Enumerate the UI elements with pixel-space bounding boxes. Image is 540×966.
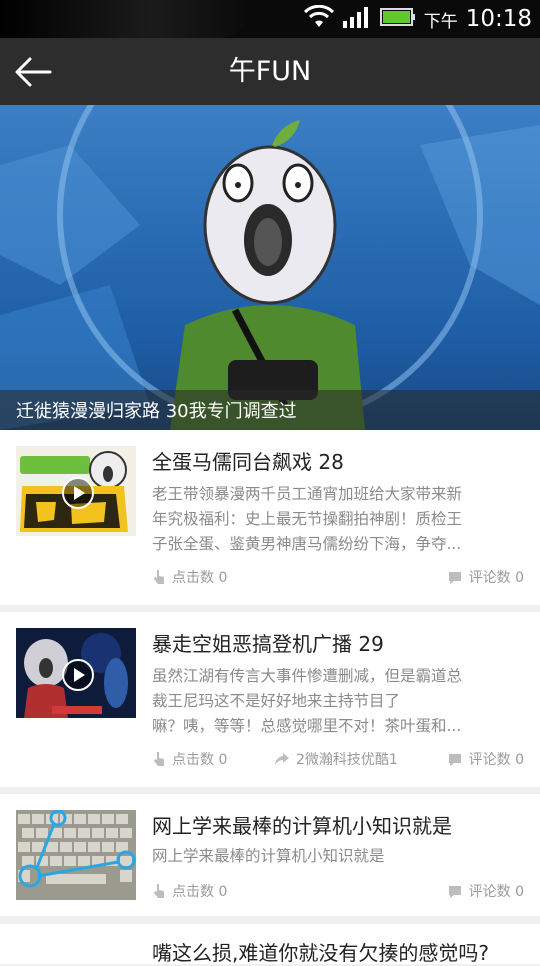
click-count-label: 点击数 0	[172, 570, 228, 586]
pointer-icon	[154, 570, 164, 584]
item-title: 全蛋马儒同台飙戏 28	[152, 450, 344, 474]
item-description: 网上学来最棒的计算机小知识就是	[152, 844, 516, 869]
item-description: 虽然江湖有传言大事件惨遭删减，但是霸道总 裁王尼玛这不是好好地来主持节目了 嘛？…	[152, 664, 516, 739]
share-icon	[275, 753, 289, 765]
hero-banner[interactable]: 迁徙猿漫漫归家路 30我专门调查过	[0, 105, 540, 430]
item-meta: 点击数 0 2微瀚科技优酷1 评论数 0	[152, 749, 524, 769]
signal-icon	[342, 5, 372, 33]
comment-icon	[448, 571, 461, 584]
comment-count-label: 评论数 0	[468, 570, 524, 586]
hero-caption: 迁徙猿漫漫归家路 30我专门调查过	[16, 401, 297, 422]
page-title: 午FUN	[228, 56, 312, 87]
play-icon	[62, 477, 94, 509]
click-count-label: 点击数 0	[172, 752, 228, 768]
item-description-line: 虽然江湖有传言大事件惨遭删减，但是霸道总	[152, 667, 463, 685]
item-thumbnail	[16, 446, 136, 536]
click-count: 点击数 0	[152, 749, 227, 769]
app-header: 午FUN	[0, 38, 540, 105]
pointer-icon	[154, 752, 164, 766]
item-description-line: 裁王尼玛这不是好好地来主持节目了	[152, 692, 401, 710]
click-count-label: 点击数 0	[172, 884, 228, 900]
comment-icon	[448, 753, 461, 766]
item-thumbnail	[16, 810, 136, 900]
click-count: 点击数 0	[152, 881, 227, 901]
share-source[interactable]: 2微瀚科技优酷1	[274, 749, 398, 769]
item-meta: 点击数 0 评论数 0	[152, 567, 524, 587]
status-time: 10:18	[465, 6, 532, 32]
play-icon	[62, 659, 94, 691]
item-title: 暴走空姐恶搞登机广播 29	[152, 632, 384, 656]
item-description-line: 子张全蛋、鉴黄男神唐马儒纷纷下海，争夺...	[152, 535, 462, 553]
comment-count: 评论数 0	[447, 881, 524, 901]
list-item[interactable]: 网上学来最棒的计算机小知识就是 网上学来最棒的计算机小知识就是 点击数 0 评论…	[0, 794, 540, 916]
pointer-icon	[154, 884, 164, 898]
item-description-line: 网上学来最棒的计算机小知识就是	[152, 847, 385, 865]
status-ampm: 下午	[423, 11, 458, 32]
battery-icon	[379, 6, 416, 32]
status-bar: 下午 10:18	[0, 0, 540, 38]
share-source-label: 2微瀚科技优酷1	[296, 752, 398, 768]
item-title: 嘴这么损,难道你就没有欠揍的感觉吗?	[152, 941, 489, 965]
comment-count: 评论数 0	[447, 567, 524, 587]
item-description-line: 年究极福利：史上最无节操翻拍神剧！质检王	[152, 510, 463, 528]
click-count: 点击数 0	[152, 567, 227, 587]
item-meta: 点击数 0 评论数 0	[152, 881, 524, 901]
comment-count-label: 评论数 0	[468, 752, 524, 768]
item-thumbnail	[16, 628, 136, 718]
comment-count-label: 评论数 0	[468, 884, 524, 900]
comment-count: 评论数 0	[447, 749, 524, 769]
list-item[interactable]: 嘴这么损,难道你就没有欠揍的感觉吗?	[0, 924, 540, 965]
item-title: 网上学来最棒的计算机小知识就是	[152, 814, 452, 838]
list-item[interactable]: 全蛋马儒同台飙戏 28 老王带领暴漫两千员工通宵加班给大家带来新 年究极福利：史…	[0, 430, 540, 605]
item-description: 老王带领暴漫两千员工通宵加班给大家带来新 年究极福利：史上最无节操翻拍神剧！质检…	[152, 482, 516, 557]
list-item[interactable]: 暴走空姐恶搞登机广播 29 虽然江湖有传言大事件惨遭删减，但是霸道总 裁王尼玛这…	[0, 612, 540, 787]
item-description-line: 嘛？咦，等等！总感觉哪里不对！茶叶蛋和...	[152, 717, 462, 735]
notification-area	[0, 0, 250, 38]
item-description-line: 老王带领暴漫两千员工通宵加班给大家带来新	[152, 485, 463, 503]
comment-icon	[448, 885, 461, 898]
wifi-icon	[303, 4, 334, 33]
hero-image	[0, 105, 540, 430]
